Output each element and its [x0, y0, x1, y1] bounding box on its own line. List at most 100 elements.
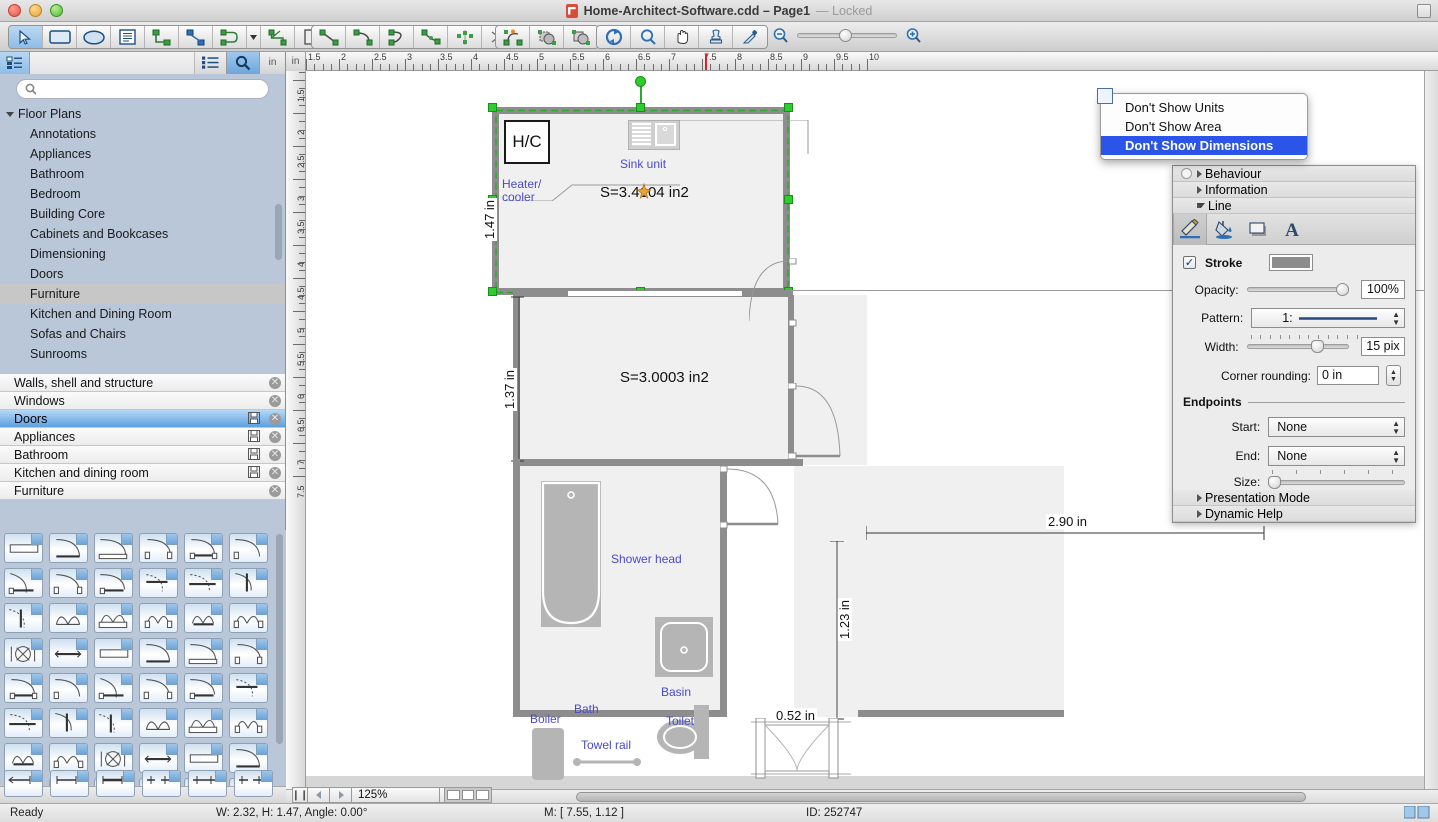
- door-shape-icon[interactable]: [229, 673, 268, 703]
- shape-item[interactable]: [184, 603, 229, 635]
- close-icon[interactable]: ✕: [269, 485, 281, 497]
- close-icon[interactable]: ✕: [269, 395, 281, 407]
- shape-item[interactable]: [4, 708, 49, 740]
- opacity-slider[interactable]: [1246, 283, 1349, 296]
- library-row-furniture[interactable]: Furniture ✕: [0, 482, 285, 500]
- livingroom-wall-bottom[interactable]: [513, 459, 803, 466]
- tree-scrollbar[interactable]: [275, 204, 282, 260]
- size-slider[interactable]: [1268, 470, 1405, 489]
- connector-rounded-icon[interactable]: [213, 26, 247, 48]
- sink-unit-symbol[interactable]: [628, 120, 680, 150]
- zoom-out-icon[interactable]: [772, 27, 789, 44]
- shape-item[interactable]: [94, 568, 139, 600]
- shape-item[interactable]: [229, 708, 274, 740]
- shape-item[interactable]: [94, 603, 139, 635]
- tree-item-bedroom[interactable]: Bedroom: [0, 184, 285, 204]
- page-view-3[interactable]: [476, 790, 490, 800]
- rotate-handle[interactable]: [635, 76, 646, 87]
- door-shape-icon[interactable]: [184, 638, 223, 668]
- search-field[interactable]: [41, 83, 260, 95]
- bezier-icon[interactable]: [414, 26, 448, 48]
- library-row-doors[interactable]: Doors ✕: [0, 410, 285, 428]
- horizontal-ruler[interactable]: 1.5 2 2.5 3 3.5 4 4.5 5 5.5 6 6.5 7 7.5 8 8.5 9 9.5 10: [286, 52, 1438, 71]
- close-icon[interactable]: ✕: [269, 449, 281, 461]
- door-shape-icon[interactable]: [139, 638, 178, 668]
- window-controls[interactable]: [8, 4, 63, 17]
- search-input[interactable]: [16, 79, 269, 99]
- start-endpoint-select[interactable]: None ▲ ▼: [1268, 417, 1405, 437]
- double-door-symbol[interactable]: [751, 718, 851, 784]
- tree-item-cabinets-and-bookcases[interactable]: Cabinets and Bookcases: [0, 224, 285, 244]
- search-icon[interactable]: [227, 51, 259, 74]
- shapes-scrollbar[interactable]: [276, 534, 283, 744]
- pause-icon[interactable]: ❙❙: [292, 787, 308, 803]
- dimension-tool-icon[interactable]: [96, 770, 135, 797]
- tree-view-icon[interactable]: [0, 51, 30, 74]
- shape-item[interactable]: [229, 638, 274, 670]
- tree-item-building-core[interactable]: Building Core: [0, 204, 285, 224]
- save-icon[interactable]: [248, 430, 261, 443]
- door-shape-icon[interactable]: [49, 568, 88, 598]
- close-button[interactable]: [8, 4, 21, 17]
- shape-item[interactable]: [49, 638, 94, 670]
- list-view-icon[interactable]: [195, 51, 227, 74]
- vertical-scrollbar[interactable]: [1424, 71, 1438, 789]
- door-shape-icon[interactable]: [229, 708, 268, 738]
- ellipse-icon[interactable]: [77, 26, 111, 48]
- inspector-section-behaviour[interactable]: Behaviour: [1173, 166, 1415, 182]
- tree-root-floor-plans[interactable]: Floor Plans: [0, 104, 285, 124]
- pattern-select[interactable]: 1: ▲ ▼: [1251, 308, 1405, 328]
- inspector-section-presentation-mode[interactable]: Presentation Mode: [1173, 490, 1415, 506]
- next-page-icon[interactable]: [330, 787, 352, 803]
- chevron-right-icon[interactable]: [1197, 185, 1202, 194]
- door-livingroom-hall[interactable]: [788, 383, 848, 463]
- livingroom-area-label[interactable]: S=3.0003 in2: [620, 369, 709, 386]
- livingroom-window[interactable]: [568, 290, 742, 297]
- dimension-tool-item[interactable]: [234, 770, 273, 797]
- corner-rounding-stepper[interactable]: ▲ ▼: [1386, 365, 1401, 386]
- shape-item[interactable]: [49, 673, 94, 705]
- heater-cooler-symbol[interactable]: H/C: [504, 120, 550, 164]
- dimension-tool-item[interactable]: [142, 770, 181, 797]
- chevron-down-icon[interactable]: [6, 111, 14, 117]
- zoom-icon[interactable]: [631, 26, 665, 48]
- shape-item[interactable]: [184, 568, 229, 600]
- shape-item[interactable]: [139, 603, 184, 635]
- tree-item-bathroom[interactable]: Bathroom: [0, 164, 285, 184]
- zoom-slider-group[interactable]: [772, 27, 922, 44]
- end-endpoint-select[interactable]: None ▲ ▼: [1268, 446, 1405, 466]
- dimension-tool-item[interactable]: [50, 770, 89, 797]
- dimension-tool-item[interactable]: [96, 770, 135, 797]
- shape-item[interactable]: [139, 568, 184, 600]
- radio-icon[interactable]: [1181, 168, 1192, 179]
- maximize-button[interactable]: [50, 4, 63, 17]
- size-slider-knob[interactable]: [1268, 475, 1282, 489]
- inspector-section-information[interactable]: Information: [1173, 182, 1415, 198]
- door-shape-icon[interactable]: [139, 708, 178, 738]
- shape-item[interactable]: [229, 673, 274, 705]
- door-shape-icon[interactable]: [229, 638, 268, 668]
- door-shape-icon[interactable]: [184, 533, 223, 563]
- door-shape-icon[interactable]: [49, 708, 88, 738]
- door-shape-icon[interactable]: [139, 673, 178, 703]
- shape-item[interactable]: [229, 603, 274, 635]
- tree-item-dimensioning[interactable]: Dimensioning: [0, 244, 285, 264]
- door-shape-icon[interactable]: [184, 568, 223, 598]
- close-icon[interactable]: ✕: [269, 377, 281, 389]
- hall-wall-bottom[interactable]: [858, 710, 1064, 717]
- vertical-ruler[interactable]: 1.522.533.544.555.566.577.5: [286, 71, 306, 789]
- text-format-icon[interactable]: A: [1275, 214, 1309, 245]
- prev-page-icon[interactable]: [308, 787, 330, 803]
- inspector-section-dynamic-help[interactable]: Dynamic Help: [1173, 506, 1415, 522]
- library-row-walls-shell-and-structure[interactable]: Walls, shell and structure ✕: [0, 374, 285, 392]
- toolbar-toggle-button[interactable]: [1417, 4, 1431, 18]
- save-icon[interactable]: [248, 448, 261, 461]
- pen-icon[interactable]: [1173, 213, 1207, 245]
- resize-handle-e[interactable]: [784, 195, 793, 204]
- dimension-tool-icon[interactable]: [4, 770, 43, 797]
- boiler-symbol[interactable]: [532, 728, 564, 780]
- door-shape-icon[interactable]: [139, 743, 178, 773]
- shape-item[interactable]: [139, 533, 184, 565]
- bathroom-wall-left[interactable]: [513, 459, 520, 717]
- zoom-slider-knob[interactable]: [839, 29, 852, 42]
